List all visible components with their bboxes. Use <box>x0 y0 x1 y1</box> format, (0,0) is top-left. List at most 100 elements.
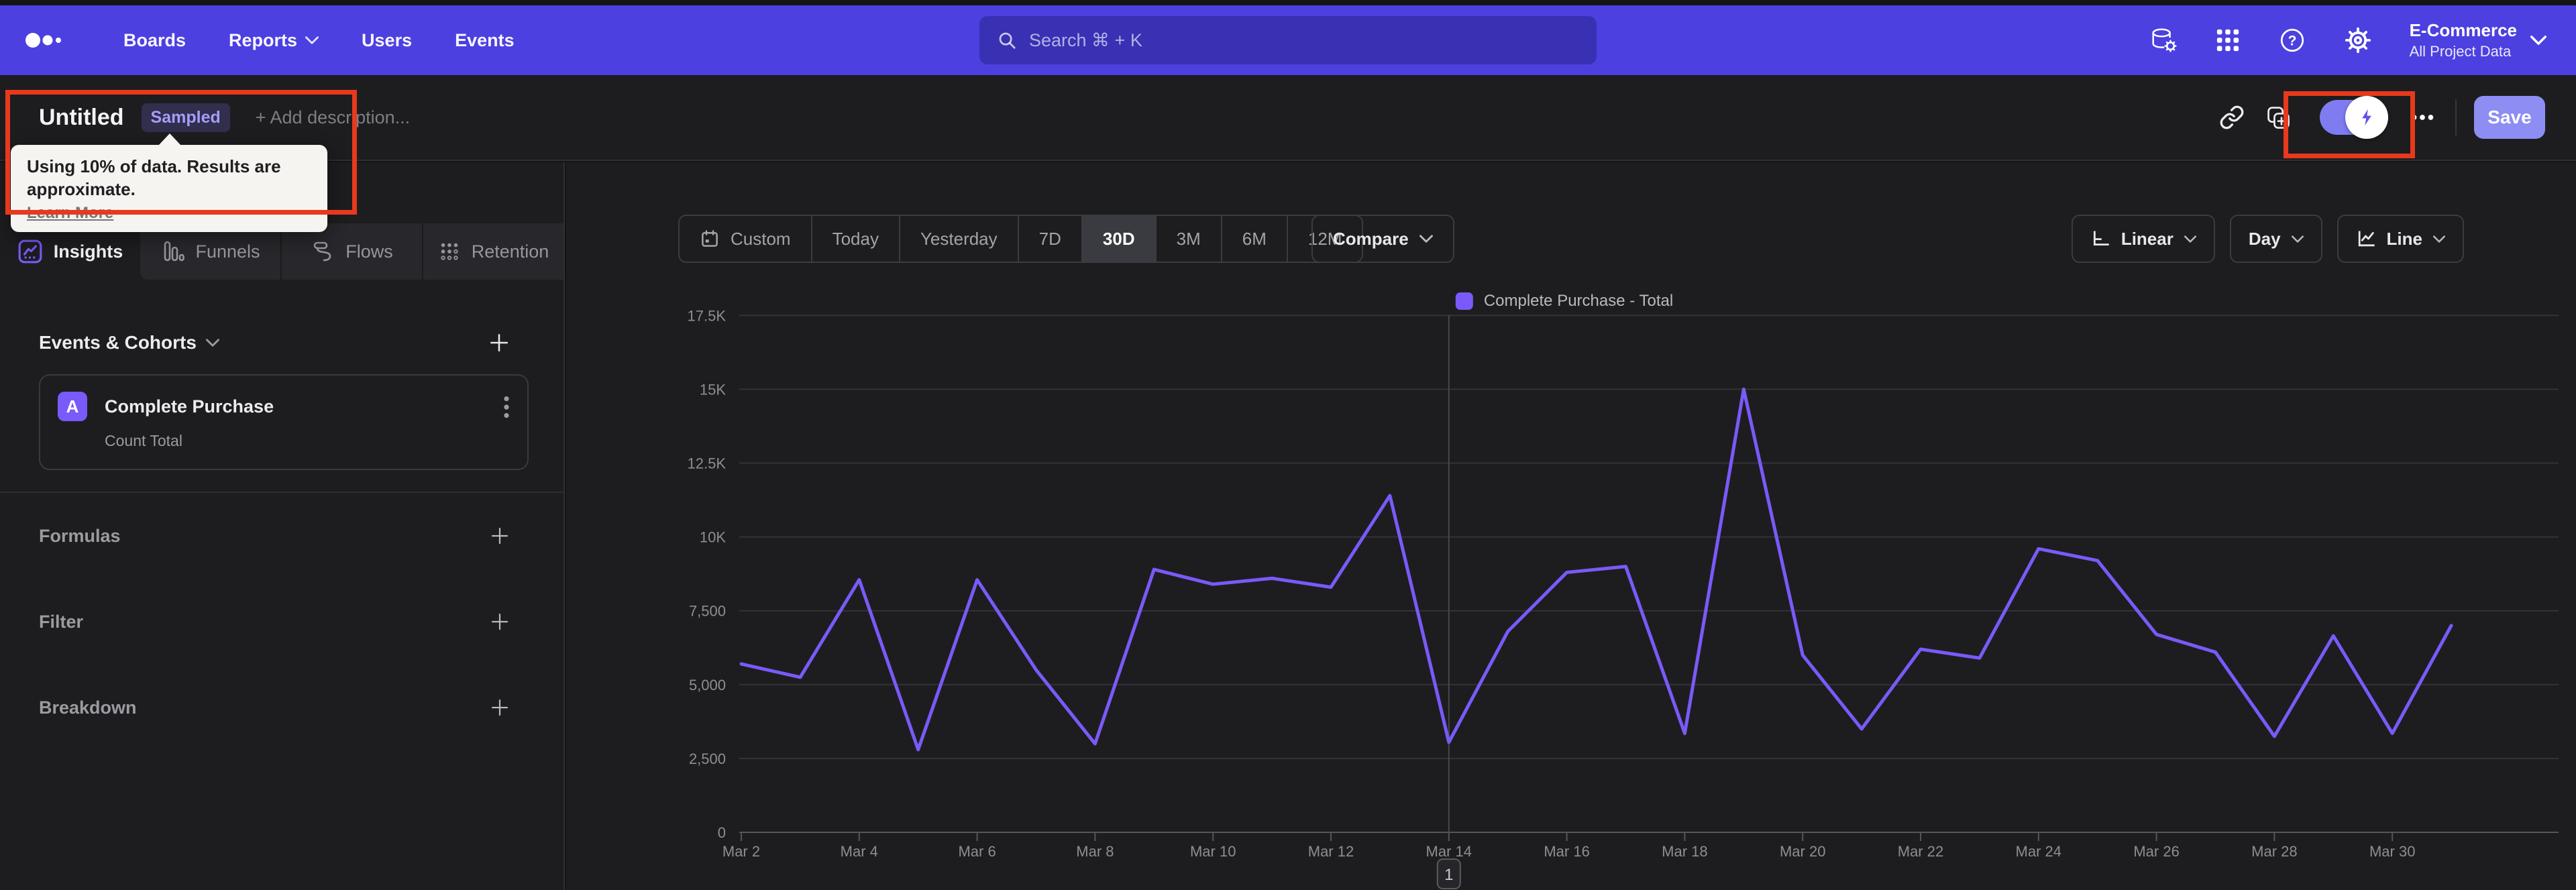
query-sidebar: Insights Funnels Flows Retention Events … <box>0 162 565 890</box>
report-tabs: Insights Funnels Flows Retention <box>0 223 564 280</box>
copy-link-icon[interactable] <box>2219 105 2245 130</box>
x-axis-label: Mar 16 <box>1544 843 1589 860</box>
interval-label: Day <box>2248 228 2281 249</box>
add-event-button[interactable] <box>488 332 510 353</box>
range-custom[interactable]: Custom <box>680 216 811 262</box>
tab-insights-label: Insights <box>53 241 123 262</box>
project-scope: All Project Data <box>2409 43 2512 60</box>
section-breakdown: Breakdown <box>39 665 529 750</box>
nav-item-boards-label: Boards <box>123 30 186 50</box>
tab-flows[interactable]: Flows <box>280 223 422 280</box>
add-formula-button[interactable] <box>490 526 510 546</box>
nav-item-reports-label: Reports <box>229 30 298 50</box>
tab-retention[interactable]: Retention <box>422 223 564 280</box>
y-axis-label: 15K <box>700 381 726 398</box>
save-button[interactable]: Save <box>2474 96 2545 139</box>
x-axis-label: Mar 30 <box>2369 843 2415 860</box>
lightning-bolt-icon <box>2345 96 2388 139</box>
add-breakdown-button[interactable] <box>490 698 510 718</box>
nav-item-boards[interactable]: Boards <box>123 30 186 51</box>
nav-item-users-label: Users <box>362 30 413 50</box>
sampled-badge[interactable]: Sampled <box>141 103 230 132</box>
settings-gear-icon[interactable] <box>2344 26 2372 54</box>
tab-flows-label: Flows <box>345 241 393 262</box>
project-name: E-Commerce <box>2409 20 2517 40</box>
chart-toolbar: Custom Today Yesterday 7D 30D 3M 6M 12M … <box>566 215 2576 263</box>
project-switcher[interactable]: E-Commerce All Project Data <box>2410 20 2546 60</box>
range-3m-label: 3M <box>1176 228 1201 249</box>
event-name: Complete Purchase <box>105 396 274 416</box>
event-metric[interactable]: Count Total <box>105 432 510 450</box>
chevron-down-icon <box>205 339 219 347</box>
add-filter-button[interactable] <box>490 612 510 632</box>
insights-line-chart[interactable]: 0 2,500 5,000 7,500 10K 12.5K 15K 17.5K Mar 2 Mar… <box>659 305 2576 890</box>
chevron-down-icon <box>2184 235 2196 243</box>
funnels-icon <box>160 239 185 264</box>
nav-item-reports[interactable]: Reports <box>229 30 319 51</box>
nav-menu: Boards Reports Users Events <box>123 30 515 51</box>
filter-label: Filter <box>39 611 84 632</box>
more-options-icon[interactable] <box>2411 114 2434 121</box>
chevron-down-icon <box>1419 235 1433 243</box>
add-to-board-icon[interactable] <box>2265 104 2292 131</box>
range-6m[interactable]: 6M <box>1220 216 1287 262</box>
help-icon[interactable]: ? <box>2278 26 2306 54</box>
y-axis-label: 7,500 <box>689 603 726 620</box>
chart-type-label: Line <box>2386 228 2422 249</box>
chart-type-dropdown[interactable]: Line <box>2337 215 2464 263</box>
search-input[interactable]: Search ⌘ + K <box>979 16 1597 64</box>
compare-dropdown[interactable]: Compare <box>1311 215 1454 263</box>
events-cohorts-header[interactable]: Events & Cohorts <box>39 329 529 357</box>
range-30d[interactable]: 30D <box>1081 216 1155 262</box>
event-card[interactable]: A Complete Purchase Count Total <box>39 374 529 470</box>
search-placeholder: Search ⌘ + K <box>1029 30 1142 50</box>
mixpanel-logo-icon[interactable] <box>25 32 67 49</box>
sampling-toggle[interactable] <box>2320 96 2388 139</box>
series-line[interactable] <box>739 387 2453 752</box>
annotation-badge[interactable]: 1 <box>1436 858 1461 889</box>
nav-right-icons: ? E-Commerce All Project Data <box>2149 20 2576 60</box>
nav-item-events[interactable]: Events <box>455 30 515 51</box>
nav-item-users[interactable]: Users <box>362 30 412 51</box>
data-management-icon[interactable] <box>2149 27 2178 54</box>
x-axis-label: Mar 12 <box>1308 843 1354 860</box>
range-6m-label: 6M <box>1242 228 1267 249</box>
chevron-down-icon <box>2291 235 2304 243</box>
sidebar-body: Events & Cohorts A Complete Purchase Cou… <box>0 329 564 750</box>
tab-funnels[interactable]: Funnels <box>140 223 280 280</box>
tab-insights[interactable]: Insights <box>0 223 140 280</box>
sampling-tooltip: Using 10% of data. Results are approxima… <box>11 133 327 232</box>
insights-icon <box>17 239 43 264</box>
range-3m[interactable]: 3M <box>1155 216 1221 262</box>
scale-dropdown[interactable]: Linear <box>2071 215 2215 263</box>
report-actions: Save <box>2199 96 2576 139</box>
add-description-button[interactable]: + Add description... <box>256 107 410 128</box>
range-yesterday[interactable]: Yesterday <box>898 216 1018 262</box>
range-7d-label: 7D <box>1038 228 1061 249</box>
y-axis-label: 0 <box>718 824 726 841</box>
svg-text:1: 1 <box>1444 866 1453 884</box>
tab-retention-label: Retention <box>471 241 549 262</box>
x-axis-label: Mar 22 <box>1898 843 1943 860</box>
scale-label: Linear <box>2121 228 2174 249</box>
x-axis-label: Mar 28 <box>2251 843 2297 860</box>
chevron-down-icon <box>2530 36 2546 45</box>
view-controls: Linear Day Line <box>2071 215 2464 263</box>
x-axis-label: Mar 20 <box>1780 843 1825 860</box>
learn-more-link[interactable]: Learn More <box>27 204 113 223</box>
section-formulas: Formulas <box>39 493 529 579</box>
interval-dropdown[interactable]: Day <box>2229 215 2322 263</box>
x-axis-label: Mar 24 <box>2016 843 2061 860</box>
retention-icon <box>438 240 461 263</box>
x-axis-label: Mar 6 <box>958 843 996 860</box>
y-axis-label: 17.5K <box>688 307 727 324</box>
apps-grid-icon[interactable] <box>2215 27 2241 53</box>
x-axis-label: Mar 8 <box>1076 843 1114 860</box>
flows-icon <box>311 239 335 264</box>
y-axis-label: 5,000 <box>689 677 726 693</box>
event-options-icon[interactable] <box>503 396 510 419</box>
range-today[interactable]: Today <box>810 216 899 262</box>
line-chart-icon <box>2356 229 2376 249</box>
report-title[interactable]: Untitled <box>39 105 124 131</box>
range-7d[interactable]: 7D <box>1017 216 1081 262</box>
